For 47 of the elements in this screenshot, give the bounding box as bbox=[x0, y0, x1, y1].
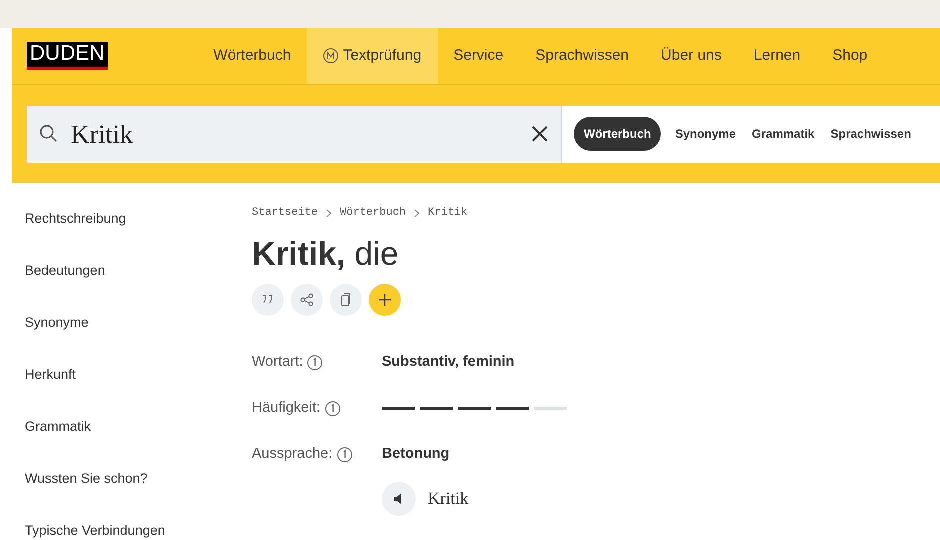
sidebar-link[interactable]: Rechtschreibung bbox=[25, 208, 252, 230]
sidebar-link[interactable]: Synonyme bbox=[25, 312, 252, 334]
nav-link[interactable]: Über uns bbox=[645, 28, 738, 84]
detail-label: Häufigkeit: bbox=[252, 398, 321, 418]
m-circle-icon bbox=[323, 48, 340, 64]
sidebar-link[interactable]: Wussten Sie schon? bbox=[25, 468, 252, 490]
info-icon[interactable] bbox=[307, 354, 324, 370]
sidebar-link[interactable]: Bedeutungen bbox=[25, 260, 252, 282]
scope-tab[interactable]: Grammatik bbox=[750, 125, 817, 143]
info-icon[interactable] bbox=[336, 446, 353, 462]
search-field[interactable]: Kritik bbox=[27, 106, 562, 162]
nav-link[interactable]: Shop bbox=[816, 28, 884, 84]
duden-logo[interactable]: DUDEN bbox=[27, 42, 108, 70]
detail-label: Wortart: bbox=[252, 352, 304, 372]
share-icon bbox=[300, 292, 314, 306]
info-icon[interactable] bbox=[324, 400, 341, 416]
nav-link[interactable]: Lernen bbox=[738, 28, 817, 84]
pronunciation-word: Kritik bbox=[428, 488, 469, 510]
copy-icon bbox=[340, 292, 352, 306]
share-button[interactable] bbox=[291, 284, 323, 316]
audio-button[interactable] bbox=[382, 482, 416, 516]
scope-tab[interactable]: Sprachwissen bbox=[828, 125, 914, 143]
copy-button[interactable] bbox=[330, 284, 362, 316]
breadcrumb-link[interactable]: Startseite bbox=[252, 205, 318, 222]
nav-link[interactable]: Sprachwissen bbox=[520, 28, 646, 84]
breadcrumb-link[interactable]: Wörterbuch bbox=[340, 205, 406, 222]
search-value: Kritik bbox=[71, 118, 134, 150]
detail-value: Substantiv, feminin bbox=[382, 352, 515, 372]
close-icon[interactable] bbox=[531, 125, 549, 143]
breadcrumb-link[interactable]: Kritik bbox=[428, 205, 468, 222]
search-icon bbox=[39, 124, 59, 144]
nav-link[interactable]: Textprüfung bbox=[307, 28, 438, 84]
sidebar-link[interactable]: Typische Verbindungen bbox=[25, 520, 252, 540]
detail-value: Betonung bbox=[382, 444, 450, 464]
quote-icon bbox=[262, 294, 274, 304]
chevron-icon bbox=[326, 208, 332, 218]
detail-label: Aussprache: bbox=[252, 444, 333, 464]
scope-tab[interactable]: Synonyme bbox=[673, 125, 738, 143]
plus-icon bbox=[379, 294, 391, 306]
scope-tab[interactable]: Wörterbuch bbox=[574, 117, 662, 151]
sidebar-link[interactable]: Grammatik bbox=[25, 416, 252, 438]
sidebar-link[interactable]: Herkunft bbox=[25, 364, 252, 386]
entry-title: Kritik, die bbox=[252, 234, 400, 274]
nav-link[interactable]: Service bbox=[438, 28, 520, 84]
add-button[interactable] bbox=[369, 284, 401, 316]
nav-link[interactable]: Wörterbuch bbox=[198, 28, 308, 84]
chevron-icon bbox=[414, 208, 420, 218]
